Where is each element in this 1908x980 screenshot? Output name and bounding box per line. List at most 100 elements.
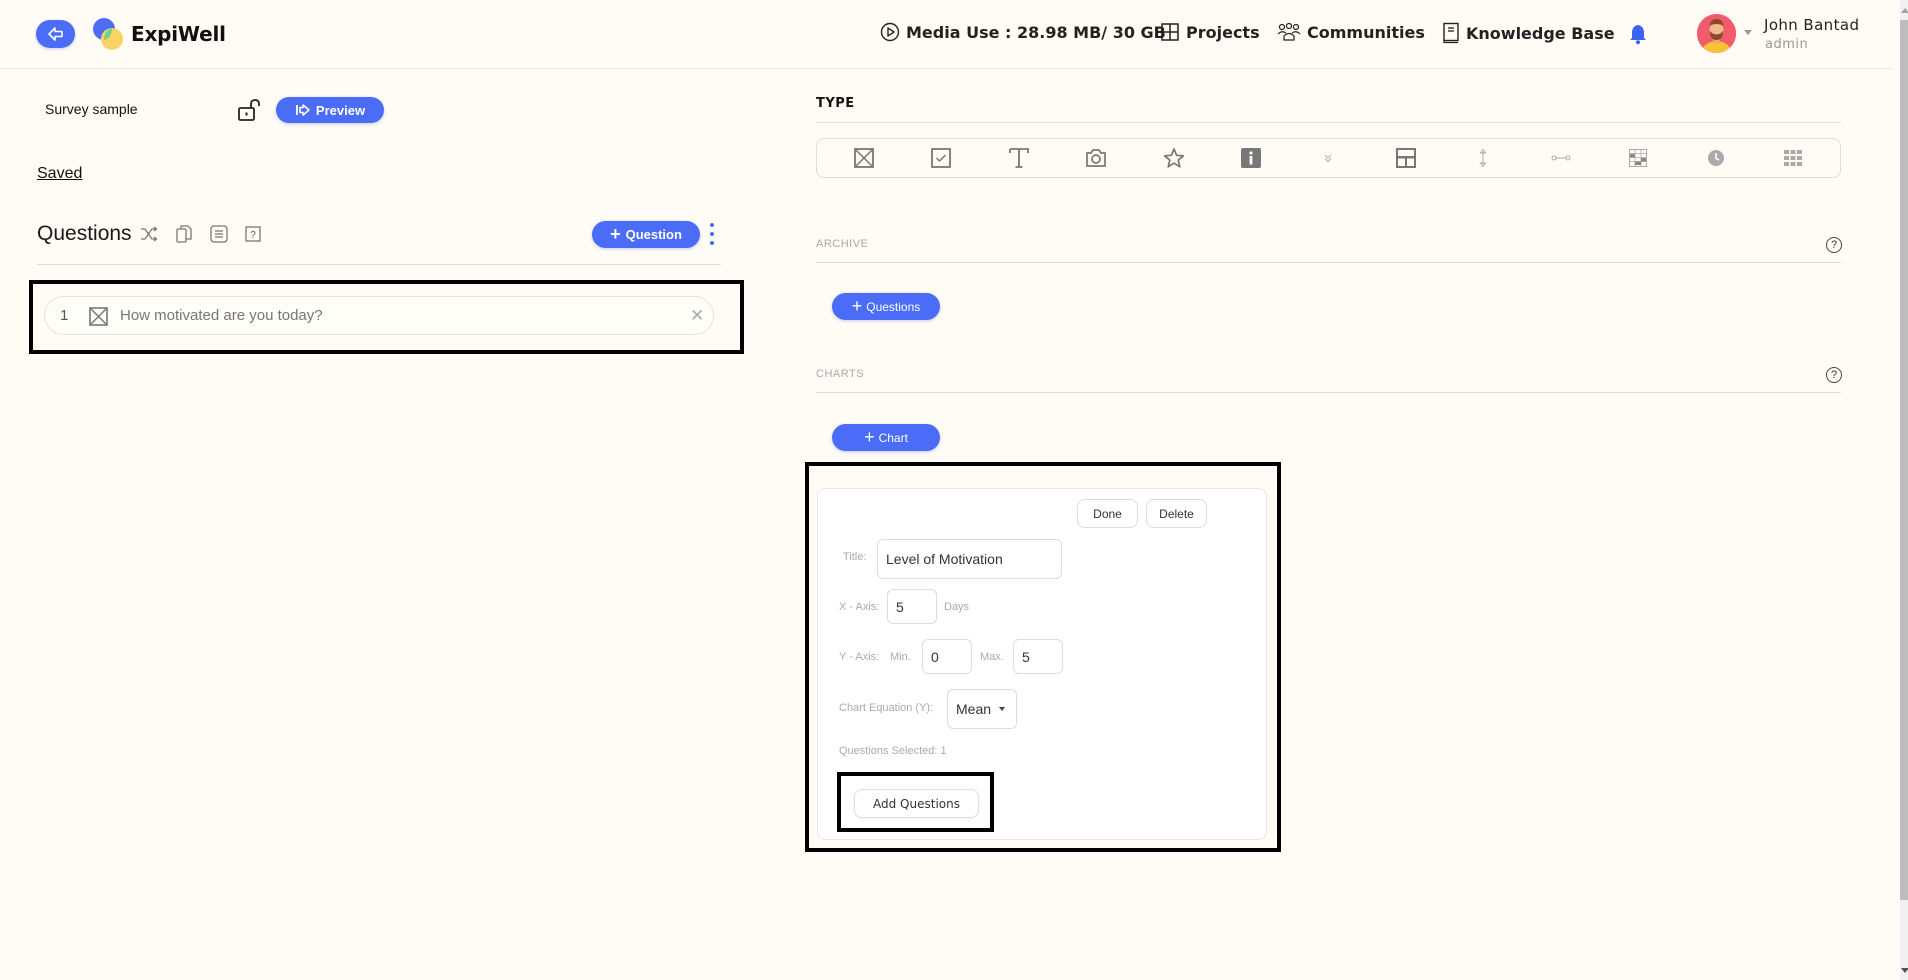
question-text: How motivated are you today? [120,307,323,324]
charts-help-icon[interactable]: ? [1826,367,1842,383]
top-header: ExpiWell Media Use : 28.98 MB/ 30 GB Pro… [0,0,1892,69]
copy-icon[interactable] [175,224,193,244]
type-checkbox[interactable] [921,143,961,173]
add-archive-questions-label: Questions [866,299,921,314]
preview-arrow-icon [296,104,310,116]
plus-icon: + [610,223,621,244]
type-time[interactable] [1696,143,1736,173]
camera-icon [1086,149,1106,167]
caret-down-icon [999,707,1006,711]
book-icon [1443,22,1459,44]
type-horizontal-slider[interactable] [1541,143,1581,173]
type-multiple-choice[interactable] [844,143,884,173]
nav-knowledge-base-label: Knowledge Base [1466,23,1615,43]
user-avatar-icon [1697,14,1736,53]
multiple-choice-icon [89,307,108,326]
x-axis-input[interactable] [887,589,937,624]
archive-divider [816,262,1841,263]
add-question-button[interactable]: + Question [592,221,700,248]
avatar[interactable] [1697,14,1736,53]
info-icon [1240,148,1261,168]
preview-label: Preview [315,102,366,118]
questions-heading: Questions [37,222,132,245]
type-divider [816,122,1841,123]
question-number: 1 [60,307,69,324]
questions-divider [37,264,721,265]
y-min-label: Min. [890,651,911,663]
nav-projects[interactable]: Projects [1160,22,1260,42]
chart-title-input[interactable] [877,539,1062,579]
preview-button[interactable]: Preview [276,97,384,123]
multiple-choice-icon [853,148,874,168]
type-dropdown[interactable] [1308,143,1348,173]
done-button[interactable]: Done [1077,499,1138,528]
nav-projects-label: Projects [1186,22,1260,42]
x-axis-unit: Days [944,601,970,613]
archive-help-icon[interactable]: ? [1826,237,1842,253]
list-icon[interactable] [209,224,229,244]
nav-communities[interactable]: Communities [1277,22,1425,42]
grid-icon [1161,23,1179,41]
type-rating[interactable] [1154,143,1194,173]
y-max-input[interactable] [1013,639,1063,674]
type-photo[interactable] [1076,143,1116,173]
scroll-up-arrow-icon[interactable] [1901,8,1908,13]
plus-icon: + [864,426,875,447]
svg-text:?: ? [250,230,256,241]
media-use-text: Media Use : 28.98 MB/ 30 GB [906,22,1166,42]
y-max-label: Max. [980,651,1004,663]
matrix-icon [1629,149,1648,167]
charts-section-title: CHARTS [816,368,865,380]
checkbox-icon [931,148,952,168]
user-role: admin [1765,37,1809,52]
double-chevron-down-icon [1325,154,1332,163]
clock-icon [1707,150,1724,166]
scrollbar-thumb[interactable] [1900,20,1908,900]
saved-status[interactable]: Saved [37,165,82,183]
shuffle-icon[interactable] [139,224,159,244]
chart-equation-value: Mean [956,701,992,717]
more-options-icon[interactable] [707,223,717,245]
user-menu-caret-icon[interactable] [1744,30,1752,35]
chart-equation-select[interactable]: Mean [947,689,1017,729]
question-type-toolbar [816,138,1841,178]
x-axis-label: X - Axis: [839,601,880,613]
type-info[interactable] [1231,143,1271,173]
grid-dots-icon [1784,150,1803,166]
chart-equation-label: Chart Equation (Y): [839,702,934,714]
y-axis-label: Y - Axis: [839,651,880,663]
nav-knowledge-base[interactable]: Knowledge Base [1442,22,1615,44]
survey-title[interactable]: Survey sample [45,101,138,117]
unlock-icon[interactable] [237,98,263,122]
arrow-left-icon [47,27,63,41]
brand-name: ExpiWell [131,22,226,46]
type-layout[interactable] [1386,143,1426,173]
text-icon [1008,148,1029,168]
media-use: Media Use : 28.98 MB/ 30 GB [880,22,1166,42]
bell-icon[interactable] [1628,23,1648,45]
type-text[interactable] [999,143,1039,173]
question-list-item[interactable]: 1 How motivated are you today? ✕ [44,296,714,335]
remove-question-icon[interactable]: ✕ [690,306,704,326]
questions-selected-count: Questions Selected: 1 [839,745,947,757]
type-grid[interactable] [1773,143,1813,173]
type-matrix[interactable] [1618,143,1658,173]
add-chart-button[interactable]: + Chart [832,424,940,451]
scroll-down-arrow-icon[interactable] [1901,968,1908,973]
back-button[interactable] [36,20,75,48]
y-min-input[interactable] [922,639,972,674]
add-questions-button[interactable]: Add Questions [854,789,979,818]
people-icon [1277,22,1301,41]
archive-section-title: ARCHIVE [816,238,869,250]
delete-button[interactable]: Delete [1146,499,1207,528]
vertical-slider-icon [1479,148,1487,168]
add-archive-questions-button[interactable]: + Questions [832,293,940,320]
charts-divider [816,392,1841,393]
type-vertical-slider[interactable] [1463,143,1503,173]
plus-icon: + [851,295,863,316]
star-icon [1163,148,1184,168]
question-box-icon[interactable]: ? [244,224,262,244]
add-chart-label: Chart [878,430,908,445]
nav-communities-label: Communities [1307,22,1425,42]
type-section-title: TYPE [816,96,855,111]
